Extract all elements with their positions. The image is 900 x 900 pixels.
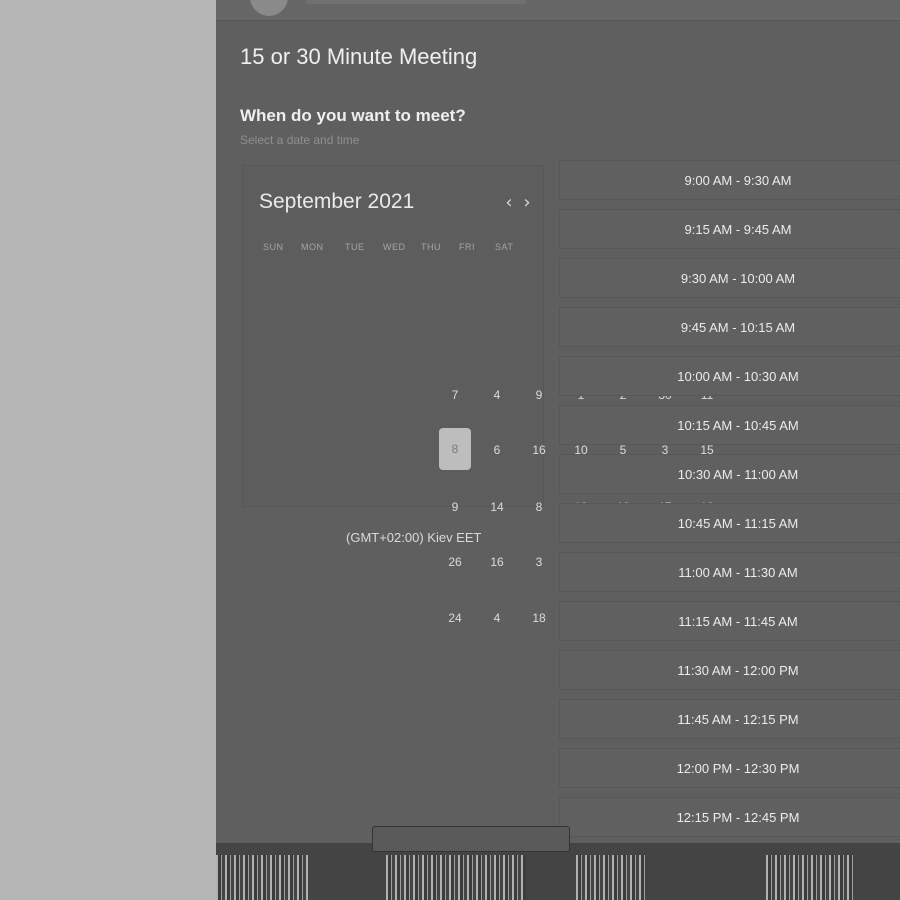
cookie-banner: [216, 826, 900, 900]
calendar-day[interactable]: 9: [523, 375, 555, 415]
calendar-day[interactable]: 16: [523, 430, 555, 470]
time-slot-label: 11:45 AM - 12:15 PM: [677, 712, 799, 727]
time-slot-label: 10:30 AM - 11:00 AM: [677, 467, 799, 482]
calendar-day[interactable]: 14: [481, 487, 513, 527]
time-slot-label: 11:15 AM - 11:45 AM: [678, 614, 798, 629]
time-slot-button[interactable]: 10:45 AM - 11:15 AM: [559, 503, 900, 543]
calendar-day[interactable]: 6: [481, 430, 513, 470]
calendar-day[interactable]: 8: [523, 487, 555, 527]
time-slot-button[interactable]: 9:30 AM - 10:00 AM: [559, 258, 900, 298]
time-slot-button[interactable]: 11:30 AM - 12:00 PM: [559, 650, 900, 690]
time-slot-button[interactable]: 11:15 AM - 11:45 AM: [559, 601, 900, 641]
calendar-day[interactable]: 7: [439, 375, 471, 415]
calendar-day[interactable]: 4: [481, 598, 513, 638]
time-slot-button[interactable]: 10:15 AM - 10:45 AM: [559, 405, 900, 445]
time-slot-label: 9:30 AM - 10:00 AM: [680, 271, 796, 286]
topbar: [216, 0, 900, 21]
calendar-day[interactable]: 24: [439, 598, 471, 638]
weekday-label: SAT: [495, 242, 514, 252]
calendar-day[interactable]: 26: [439, 542, 471, 582]
time-slot-label: 12:00 PM - 12:30 PM: [676, 761, 800, 776]
banner-decoration: [216, 855, 308, 900]
instruction-text: Select a date and time: [240, 133, 360, 147]
question-heading: When do you want to meet?: [240, 106, 466, 125]
time-slot-label: 9:15 AM - 9:45 AM: [684, 222, 792, 237]
time-slot-label: 11:30 AM - 12:00 PM: [677, 663, 799, 678]
month-label: September 2021: [259, 190, 415, 213]
calendar-day[interactable]: 16: [481, 542, 513, 582]
calendar-day[interactable]: 4: [481, 375, 513, 415]
time-slot-label: 12:15 PM - 12:45 PM: [676, 810, 800, 825]
time-slot-button[interactable]: 11:45 AM - 12:15 PM: [559, 699, 900, 739]
avatar-icon: [250, 0, 288, 16]
time-slot-label: 9:00 AM - 9:30 AM: [684, 173, 792, 188]
time-slot-label: 10:15 AM - 10:45 AM: [677, 418, 799, 433]
time-slot-label: 9:45 AM - 10:15 AM: [680, 320, 796, 335]
time-slot-label: 11:00 AM - 11:30 AM: [678, 565, 798, 580]
time-slot-button[interactable]: 12:15 PM - 12:45 PM: [559, 797, 900, 837]
weekday-label: MON: [301, 242, 324, 252]
calendar-day[interactable]: 9: [439, 487, 471, 527]
weekday-label: SUN: [263, 242, 284, 252]
page-title: 15 or 30 Minute Meeting: [240, 44, 478, 69]
time-slot-label: 10:00 AM - 10:30 AM: [677, 369, 799, 384]
topbar-title-placeholder: [306, 0, 526, 4]
time-slot-button[interactable]: 12:00 PM - 12:30 PM: [559, 748, 900, 788]
time-slot-button[interactable]: 9:15 AM - 9:45 AM: [559, 209, 900, 249]
time-slot-button[interactable]: 9:00 AM - 9:30 AM: [559, 160, 900, 200]
weekday-label: TUE: [345, 242, 365, 252]
weekday-label: FRI: [459, 242, 475, 252]
chevron-right-icon[interactable]: ›: [519, 192, 535, 213]
weekday-label: WED: [383, 242, 406, 252]
cookie-accept-button[interactable]: [372, 826, 570, 852]
time-slot-button[interactable]: 10:00 AM - 10:30 AM: [559, 356, 900, 396]
time-slot-label: 10:45 AM - 11:15 AM: [677, 516, 799, 531]
time-slot-button[interactable]: 10:30 AM - 11:00 AM: [559, 454, 900, 494]
booking-panel: 15 or 30 Minute Meeting When do you want…: [216, 0, 900, 900]
calendar-day[interactable]: 18: [523, 598, 555, 638]
weekday-label: THU: [421, 242, 441, 252]
time-slot-button[interactable]: 9:45 AM - 10:15 AM: [559, 307, 900, 347]
time-slot-button[interactable]: 11:00 AM - 11:30 AM: [559, 552, 900, 592]
left-gutter: [0, 0, 216, 900]
banner-decoration: [576, 855, 646, 900]
weekday-header: SUN MON TUE WED THU FRI SAT: [263, 242, 523, 256]
chevron-left-icon[interactable]: ‹: [501, 192, 517, 213]
calendar-day[interactable]: 3: [523, 542, 555, 582]
time-slot-list: 9:00 AM - 9:30 AM 9:15 AM - 9:45 AM 9:30 A…: [559, 160, 900, 850]
calendar-day-selected[interactable]: 8: [439, 428, 471, 470]
banner-decoration: [766, 855, 856, 900]
timezone-selector[interactable]: (GMT+02:00) Kiev EET: [346, 530, 481, 545]
banner-decoration: [386, 855, 526, 900]
